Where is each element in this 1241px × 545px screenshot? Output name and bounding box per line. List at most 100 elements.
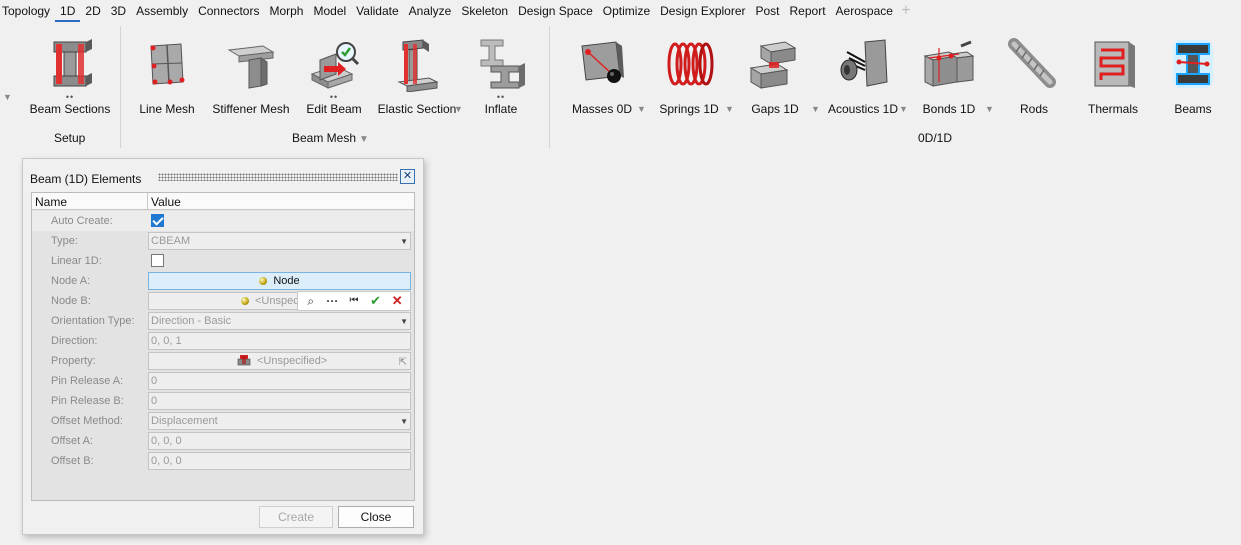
edit-beam-icon xyxy=(310,42,360,89)
orientation-type-select[interactable]: Direction - Basic ▼ xyxy=(148,312,411,330)
node-a-label: Node A: xyxy=(51,275,91,287)
offset-b-field[interactable]: 0, 0, 0 xyxy=(148,452,411,470)
node-icon xyxy=(241,297,249,305)
offset-method-select[interactable]: Displacement ▼ xyxy=(148,412,411,430)
offset-a-cell: 0, 0, 0 xyxy=(148,432,411,450)
edit-beam-tool[interactable]: •• Edit Beam xyxy=(289,34,379,128)
row-pin-release-b: Pin Release B: 0 xyxy=(32,391,414,411)
bonds-1d-tool[interactable]: Bonds 1D ▼ xyxy=(904,34,994,128)
column-separator[interactable] xyxy=(147,193,148,210)
tab-design-space[interactable]: Design Space xyxy=(513,0,598,22)
linear-1d-label: Linear 1D: xyxy=(51,255,102,267)
tab-validate[interactable]: Validate xyxy=(351,0,403,22)
row-offset-method: Offset Method: Displacement ▼ xyxy=(32,411,414,431)
tab-topology[interactable]: Topology xyxy=(0,0,55,22)
auto-create-cell xyxy=(148,212,411,230)
tab-skeleton[interactable]: Skeleton xyxy=(456,0,513,22)
node-b-cell: <Unspec ⌕ ··· ⏮ ✔ ✕ xyxy=(148,291,411,311)
direction-cell: 0, 0, 1 xyxy=(148,332,411,350)
tab-morph[interactable]: Morph xyxy=(264,0,308,22)
more-dots: •• xyxy=(496,92,506,102)
reject-icon[interactable]: ✕ xyxy=(388,293,406,309)
tab-optimize[interactable]: Optimize xyxy=(598,0,655,22)
thermals-tool[interactable]: Thermals xyxy=(1068,34,1158,128)
orientation-type-label: Orientation Type: xyxy=(51,315,135,327)
beams-tool[interactable]: Beams xyxy=(1148,34,1238,128)
tab-assembly[interactable]: Assembly xyxy=(131,0,193,22)
line-mesh-tool[interactable]: Line Mesh xyxy=(122,34,212,128)
row-offset-a: Offset A: 0, 0, 0 xyxy=(32,431,414,451)
menu-bar: Topology 1D 2D 3D Assembly Connectors Mo… xyxy=(0,0,1241,22)
inflate-label: Inflate xyxy=(484,102,518,116)
rods-label: Rods xyxy=(1019,102,1048,116)
tab-model[interactable]: Model xyxy=(308,0,351,22)
row-orientation-type: Orientation Type: Direction - Basic ▼ xyxy=(32,311,414,331)
tab-post[interactable]: Post xyxy=(751,0,785,22)
tab-connectors[interactable]: Connectors xyxy=(193,0,264,22)
pin-release-a-field[interactable]: 0 xyxy=(148,372,411,390)
springs-1d-label: Springs 1D xyxy=(659,102,719,116)
chevron-down-icon: ▼ xyxy=(400,237,408,246)
inflate-tool[interactable]: •• Inflate xyxy=(456,34,546,128)
inflate-icon xyxy=(480,39,525,89)
search-icon[interactable]: ⌕ xyxy=(302,293,320,309)
elastic-section-tool[interactable]: Elastic Section ▼ xyxy=(372,34,463,128)
linear-1d-checkbox[interactable] xyxy=(151,254,164,267)
column-name-header: Name xyxy=(35,195,68,209)
row-direction: Direction: 0, 0, 1 xyxy=(32,331,414,351)
beams-icon xyxy=(1173,40,1213,88)
more-options-icon[interactable]: ··· xyxy=(323,293,341,309)
acoustics-1d-icon xyxy=(840,39,888,87)
grid-header: Name Value xyxy=(32,193,414,210)
skip-first-icon[interactable]: ⏮ xyxy=(345,293,363,309)
gaps-1d-tool[interactable]: Gaps 1D ▼ xyxy=(730,34,820,128)
more-dots: •• xyxy=(329,92,339,102)
type-select[interactable]: CBEAM ▼ xyxy=(148,232,411,250)
node-a-cell: Node xyxy=(148,272,411,290)
create-button[interactable]: Create xyxy=(259,506,333,528)
tab-design-explorer[interactable]: Design Explorer xyxy=(655,0,750,22)
beam-mesh-caret-icon: ▼ xyxy=(359,134,369,145)
pin-release-b-field[interactable]: 0 xyxy=(148,392,411,410)
direction-field[interactable]: 0, 0, 1 xyxy=(148,332,411,350)
property-icon xyxy=(237,355,251,366)
dialog-header[interactable]: Beam (1D) Elements ✕ xyxy=(23,159,423,186)
chevron-down-icon: ▼ xyxy=(400,317,408,326)
acoustics-1d-label: Acoustics 1D xyxy=(827,102,899,116)
ribbon-scroll-left-icon[interactable]: ▼ xyxy=(3,92,13,102)
ribbon-separator xyxy=(120,26,121,148)
tab-1d[interactable]: 1D xyxy=(55,0,81,22)
node-a-selector[interactable]: Node xyxy=(148,272,411,290)
drag-grip-icon[interactable] xyxy=(158,173,398,181)
property-label: Property: xyxy=(51,355,96,367)
beam-sections-tool[interactable]: •• Beam Sections xyxy=(25,34,115,128)
thermals-icon xyxy=(1094,41,1135,88)
stiffener-mesh-tool[interactable]: Stiffener Mesh xyxy=(206,34,296,128)
beam-elements-dialog: Beam (1D) Elements ✕ Name Value Auto Cre… xyxy=(22,158,424,535)
property-selector[interactable]: <Unspecified> ⇱ xyxy=(148,352,411,370)
node-a-value: Node xyxy=(273,275,300,287)
springs-1d-tool[interactable]: Springs 1D ▼ xyxy=(644,34,734,128)
acoustics-1d-tool[interactable]: Acoustics 1D ▼ xyxy=(818,34,908,128)
masses-0d-tool[interactable]: Masses 0D ▼ xyxy=(557,34,647,128)
rods-tool[interactable]: Rods xyxy=(989,34,1079,128)
accept-icon[interactable]: ✔ xyxy=(367,293,385,309)
close-button[interactable]: Close xyxy=(338,506,414,528)
node-b-value: <Unspec xyxy=(255,295,299,307)
tab-2d[interactable]: 2D xyxy=(80,0,105,22)
auto-create-checkbox[interactable] xyxy=(151,214,164,227)
group-beam-mesh-label[interactable]: Beam Mesh ▼ xyxy=(292,131,369,145)
tab-analyze[interactable]: Analyze xyxy=(404,0,457,22)
line-mesh-icon xyxy=(150,43,185,85)
tab-aerospace[interactable]: Aerospace xyxy=(831,0,898,22)
row-node-a: Node A: Node xyxy=(32,271,414,291)
offset-a-field[interactable]: 0, 0, 0 xyxy=(148,432,411,450)
type-label: Type: xyxy=(51,235,78,247)
tab-3d[interactable]: 3D xyxy=(106,0,131,22)
offset-b-label: Offset B: xyxy=(51,455,94,467)
tab-report[interactable]: Report xyxy=(785,0,831,22)
add-tab-icon[interactable]: + xyxy=(898,0,914,22)
selection-mini-toolbar: ⌕ ··· ⏮ ✔ ✕ xyxy=(297,291,411,311)
masses-0d-icon xyxy=(581,41,624,83)
dialog-close-icon[interactable]: ✕ xyxy=(400,169,415,184)
